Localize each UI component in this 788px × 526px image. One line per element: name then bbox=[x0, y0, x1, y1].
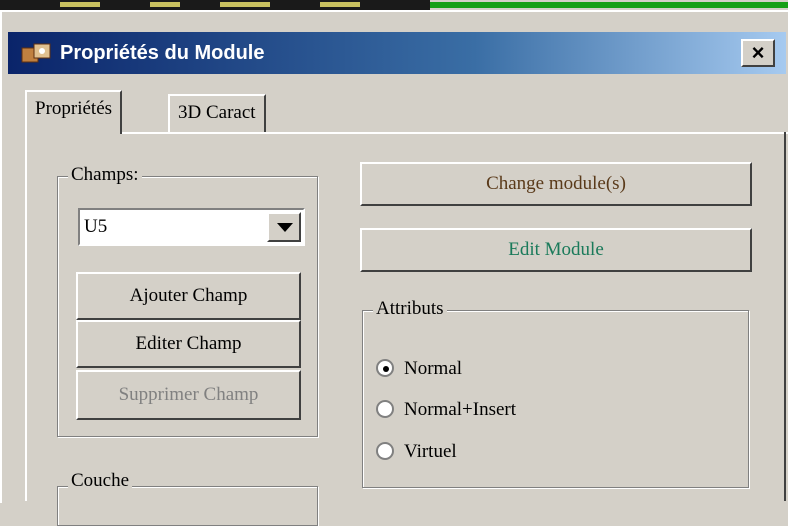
radio-normal-insert[interactable]: Normal+Insert bbox=[376, 396, 676, 424]
radio-button-icon[interactable] bbox=[376, 442, 394, 460]
radio-label: Virtuel bbox=[404, 441, 457, 462]
supprimer-champ-button[interactable]: Supprimer Champ bbox=[76, 370, 301, 420]
radio-label: Normal+Insert bbox=[404, 399, 517, 420]
champs-legend: Champs: bbox=[68, 164, 142, 186]
title-bar[interactable]: Propriétés du Module bbox=[8, 32, 786, 74]
editer-champ-button[interactable]: Editer Champ bbox=[76, 320, 301, 368]
ajouter-champ-button[interactable]: Ajouter Champ bbox=[76, 272, 301, 320]
couche-group bbox=[57, 486, 318, 526]
edit-module-button[interactable]: Edit Module bbox=[360, 228, 752, 272]
window-title: Propriétés du Module bbox=[60, 42, 265, 64]
radio-virtuel[interactable]: Virtuel bbox=[376, 438, 676, 466]
dropdown-arrow-icon[interactable] bbox=[267, 212, 301, 242]
tab-3d-caract[interactable]: 3D Caract bbox=[168, 94, 266, 132]
change-module-button[interactable]: Change module(s) bbox=[360, 162, 752, 206]
attributs-legend: Attributs bbox=[373, 298, 447, 320]
module-icon bbox=[21, 43, 51, 63]
radio-label: Normal bbox=[404, 358, 463, 379]
champs-selected-value: U5 bbox=[84, 216, 108, 237]
close-button[interactable]: × bbox=[741, 39, 775, 67]
champs-dropdown[interactable]: U5 bbox=[78, 208, 305, 246]
panel-edge bbox=[784, 132, 786, 501]
radio-normal[interactable]: Normal bbox=[376, 355, 676, 383]
radio-button-icon[interactable] bbox=[376, 359, 394, 377]
radio-button-icon[interactable] bbox=[376, 400, 394, 418]
tab-proprietes[interactable]: Propriétés bbox=[25, 90, 123, 134]
couche-legend: Couche bbox=[68, 470, 133, 492]
